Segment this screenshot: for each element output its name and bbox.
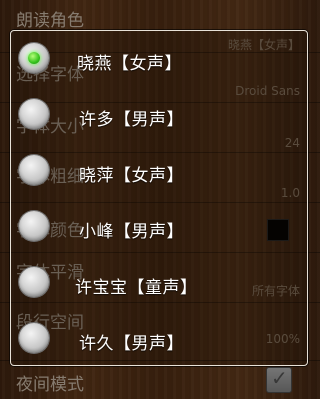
- voice-option[interactable]: 晓萍【女声】: [11, 145, 307, 201]
- radio-button[interactable]: [19, 43, 49, 73]
- voice-option[interactable]: 小峰【男声】: [11, 201, 307, 257]
- voice-option-label: 晓燕【女声】: [77, 54, 182, 74]
- radio-button[interactable]: [19, 323, 49, 353]
- radio-button[interactable]: [19, 267, 49, 297]
- voice-option[interactable]: 许久【男声】: [11, 313, 307, 369]
- voice-option-label: 许宝宝【童声】: [75, 278, 198, 298]
- voice-option-label: 小峰【男声】: [79, 222, 184, 242]
- radio-button[interactable]: [19, 211, 49, 241]
- voice-option[interactable]: 许宝宝【童声】: [11, 257, 307, 313]
- radio-button[interactable]: [19, 99, 49, 129]
- radio-button[interactable]: [19, 155, 49, 185]
- voice-option-label: 许久【男声】: [79, 334, 184, 354]
- voice-option-label: 晓萍【女声】: [79, 166, 184, 186]
- voice-option[interactable]: 许多【男声】: [11, 89, 307, 145]
- reading-role-dialog: 晓燕【女声】 许多【男声】 晓萍【女声】 小峰【男声】 许宝宝【童声】 许久【男…: [10, 30, 308, 366]
- voice-option-label: 许多【男声】: [79, 110, 184, 130]
- radio-selected-dot: [28, 52, 40, 64]
- voice-option[interactable]: 晓燕【女声】: [11, 33, 307, 89]
